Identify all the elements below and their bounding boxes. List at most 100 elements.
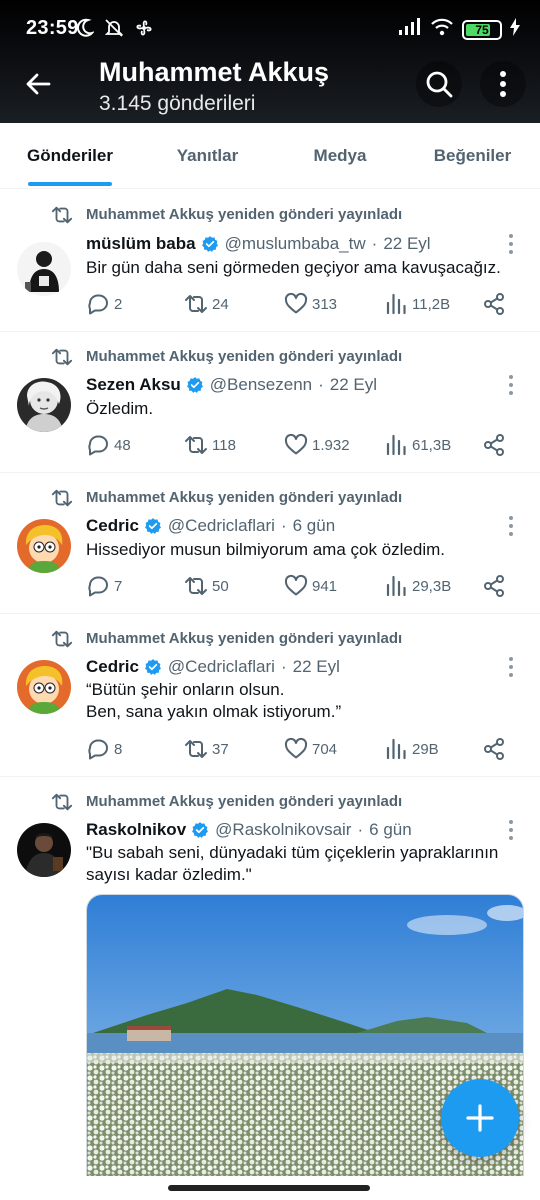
post-text: Bir gün daha seni görmeden geçiyor ama k… [86, 257, 516, 279]
views-icon [384, 574, 408, 598]
repost-count: 37 [212, 740, 229, 758]
reply-button[interactable]: 48 [86, 433, 131, 457]
more-options-button[interactable] [480, 61, 526, 107]
charging-icon [510, 18, 520, 41]
share-button[interactable] [482, 433, 506, 457]
post-text-line: Hissediyor musun bilmiyorum ama çok özle… [86, 540, 446, 559]
reply-count: 2 [114, 295, 123, 313]
post-actions: 48 118 1.932 61,3B [86, 433, 516, 461]
like-count: 313 [312, 295, 338, 313]
search-button[interactable] [416, 61, 462, 107]
post-time: 6 gün [292, 516, 336, 535]
repost-button[interactable]: 37 [184, 737, 229, 761]
reply-button[interactable]: 2 [86, 292, 122, 316]
repost-icon [184, 574, 208, 598]
share-button[interactable] [482, 292, 506, 316]
system-nav-bar [0, 1176, 540, 1200]
avatar[interactable] [17, 378, 71, 432]
repost-button[interactable]: 24 [184, 292, 229, 316]
tab-media[interactable]: Medya [275, 123, 405, 189]
feed-post[interactable]: Muhammet Akkuş yeniden gönderi yayınladı… [0, 614, 540, 777]
author-name[interactable]: Sezen Aksu [86, 375, 181, 395]
compose-post-button[interactable] [441, 1079, 519, 1157]
avatar[interactable] [17, 519, 71, 573]
share-icon [482, 737, 506, 761]
tab-posts[interactable]: Gönderiler [0, 123, 140, 189]
views-button[interactable]: 61,3B [384, 433, 451, 457]
reply-button[interactable]: 8 [86, 737, 122, 761]
like-button[interactable]: 313 [284, 292, 337, 316]
reply-count: 48 [114, 436, 131, 454]
like-button[interactable]: 941 [284, 574, 337, 598]
status-icons-right: 75 [398, 18, 520, 41]
avatar[interactable] [17, 242, 71, 296]
author-handle[interactable]: @Bensezenn [210, 375, 312, 395]
active-tab-indicator [28, 182, 112, 186]
author-handle[interactable]: @Cedriclaflari [168, 657, 275, 677]
post-time: 22 Eyl [383, 234, 431, 253]
heart-icon [284, 574, 308, 598]
post-text: “Bütün şehir onların olsun. Ben, sana ya… [86, 679, 516, 723]
tab-likes[interactable]: Beğeniler [405, 123, 540, 189]
battery-level: 75 [475, 22, 489, 37]
feed-post[interactable]: Muhammet Akkuş yeniden gönderi yayınladı… [0, 332, 540, 473]
post-more-button[interactable] [504, 657, 518, 677]
views-button[interactable]: 29B [384, 737, 439, 761]
author-handle[interactable]: @Raskolnikovsair [215, 820, 351, 840]
post-text: Hissediyor musun bilmiyorum ama çok özle… [86, 539, 516, 561]
share-button[interactable] [482, 574, 506, 598]
share-icon [482, 292, 506, 316]
views-count: 29B [412, 740, 439, 758]
post-header: Raskolnikov @Raskolnikovsair · 6 gün [86, 820, 412, 840]
repost-count: 118 [212, 436, 236, 454]
heart-icon [284, 292, 308, 316]
home-gesture-bar[interactable] [168, 1185, 370, 1191]
reply-button[interactable]: 7 [86, 574, 122, 598]
battery-icon: 75 [462, 19, 502, 40]
views-icon [384, 737, 408, 761]
back-arrow-icon [26, 73, 51, 95]
post-text: Özledim. [86, 398, 516, 420]
feed-post[interactable]: Muhammet Akkuş yeniden gönderi yayınladı… [0, 473, 540, 614]
signal-icon [398, 18, 422, 41]
views-icon [384, 292, 408, 316]
tab-replies[interactable]: Yanıtlar [140, 123, 275, 189]
avatar[interactable] [17, 660, 71, 714]
plus-icon [466, 1104, 494, 1132]
post-more-button[interactable] [504, 820, 518, 840]
post-more-button[interactable] [504, 234, 518, 254]
repost-indicator: Muhammet Akkuş yeniden gönderi yayınladı [0, 346, 540, 368]
author-handle[interactable]: @Cedriclaflari [168, 516, 275, 536]
avatar[interactable] [17, 823, 71, 877]
author-name[interactable]: müslüm baba [86, 234, 196, 254]
post-text-line: “Bütün şehir onların olsun. [86, 680, 285, 699]
like-button[interactable]: 704 [284, 737, 337, 761]
post-text-line: sayısı kadar özledim." [86, 865, 252, 884]
reply-icon [86, 292, 110, 316]
repost-button[interactable]: 118 [184, 433, 236, 457]
like-button[interactable]: 1.932 [284, 433, 350, 457]
heart-icon [284, 737, 308, 761]
repost-label: Muhammet Akkuş yeniden gönderi yayınladı [86, 489, 403, 506]
repost-count: 24 [212, 295, 229, 313]
share-button[interactable] [482, 737, 506, 761]
author-name[interactable]: Cedric [86, 516, 139, 536]
post-more-button[interactable] [504, 375, 518, 395]
author-name[interactable]: Cedric [86, 657, 139, 677]
share-icon [482, 433, 506, 457]
repost-button[interactable]: 50 [184, 574, 229, 598]
back-button[interactable] [14, 60, 62, 108]
reply-icon [86, 737, 110, 761]
post-more-button[interactable] [504, 516, 518, 536]
author-handle[interactable]: @muslumbaba_tw [225, 234, 366, 254]
post-text-line: "Bu sabah seni, dünyadaki tüm çiçeklerin… [86, 843, 499, 862]
views-button[interactable]: 11,2B [384, 292, 450, 316]
repost-icon [184, 737, 208, 761]
repost-icon [51, 487, 73, 509]
views-button[interactable]: 29,3B [384, 574, 451, 598]
post-text: "Bu sabah seni, dünyadaki tüm çiçeklerin… [86, 842, 526, 886]
muted-bell-icon [104, 18, 124, 43]
author-name[interactable]: Raskolnikov [86, 820, 186, 840]
feed-post[interactable]: Muhammet Akkuş yeniden gönderi yayınladı… [0, 190, 540, 332]
verified-badge-icon [191, 821, 209, 839]
